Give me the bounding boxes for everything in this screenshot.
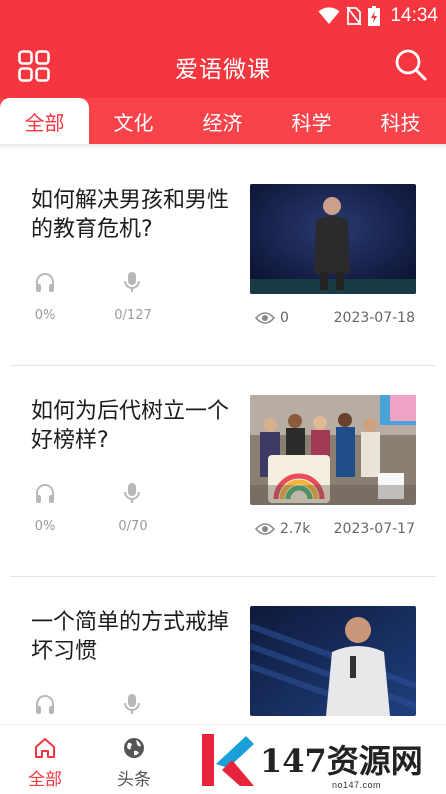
headphones-icon [36,484,54,503]
watermark-url: no147.com [332,780,382,790]
article-thumbnail [250,395,416,505]
watermark-text: 147资源网 [260,742,423,780]
status-bar: 14:34 [0,0,446,32]
speak-progress: 0/127 [114,308,152,323]
app-header: 爱语微课 [0,32,446,98]
headphones-icon [36,273,54,292]
no-sim-icon [346,6,363,26]
status-icons: 14:34 [318,4,438,28]
eye-icon [255,312,275,324]
article-card[interactable]: 如何解决男孩和男性的教育危机? 0% 0/127 0 2023-07-18 [0,148,446,360]
home-icon [35,738,55,758]
view-count: 2.7k [255,521,310,537]
category-tab-bar: 全部 文化 经济 科学 科技 [0,98,446,144]
speaker-on-stage-image [250,184,416,294]
article-thumbnail [250,184,416,294]
battery-charging-icon [368,6,381,26]
article-title: 如何解决男孩和男性的教育危机? [31,188,230,242]
publish-date: 2023-07-18 [333,310,415,326]
tab-science[interactable]: 科学 [267,98,356,144]
article-card[interactable]: 如何为后代树立一个好榜样? 0% 0/70 2.7k 2023-07-17 [0,359,446,571]
tab-all[interactable]: 全部 [0,98,89,144]
listen-progress: 0% [34,519,56,534]
nav-item-headlines[interactable]: 头条 [89,725,179,794]
search-icon [395,49,427,81]
nav-item-all[interactable]: 全部 [0,725,90,794]
speak-progress: 0/70 [118,519,148,534]
wifi-icon [318,7,340,25]
speaker-with-microphone-image [250,606,416,716]
article-title: 如何为后代树立一个好榜样? [31,399,230,453]
page-title: 爱语微课 [175,57,271,83]
view-count-value: 0 [280,310,289,326]
microphone-icon [124,483,140,503]
publish-date: 2023-07-17 [333,521,415,537]
watermark-k-logo-icon [202,734,254,786]
microphone-icon [124,694,140,714]
eye-icon [255,523,275,535]
view-count-value: 2.7k [280,521,311,537]
nav-label: 头条 [117,770,151,790]
tab-economy[interactable]: 经济 [178,98,267,144]
article-thumbnail [250,606,416,716]
microphone-icon [124,272,140,292]
nav-label: 全部 [28,770,62,790]
globe-icon [124,738,144,758]
group-photo-image [250,395,416,505]
watermark-logo: 147资源网 no147.com [196,728,446,794]
tab-culture[interactable]: 文化 [89,98,178,144]
headphones-icon [36,695,54,714]
search-button[interactable] [394,48,428,82]
article-title: 一个简单的方式戒掉坏习惯 [31,610,230,664]
tab-technology[interactable]: 科技 [356,98,445,144]
view-count: 0 [255,310,289,326]
status-time: 14:34 [390,5,438,26]
listen-progress: 0% [34,308,56,323]
article-card[interactable]: 一个简单的方式戒掉坏习惯 [0,570,446,724]
